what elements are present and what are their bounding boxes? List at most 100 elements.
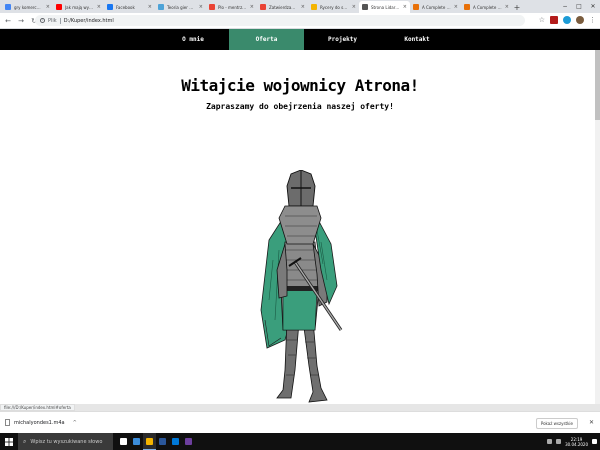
taskbar-app-ide[interactable]	[182, 433, 195, 450]
close-icon[interactable]: ✕	[589, 419, 594, 426]
page-content: Witajcie wojownicy Atrona! Zapraszamy do…	[0, 50, 600, 404]
favicon-icon	[209, 4, 215, 10]
system-tray: 22:19 30.04.2020	[547, 433, 597, 450]
close-tab-icon[interactable]: ×	[46, 4, 50, 10]
close-tab-icon[interactable]: ×	[505, 4, 509, 10]
browser-tabstrip: gry komercyjne - G×Jak mają wyglądać×Fac…	[0, 0, 600, 13]
extension-icon[interactable]	[550, 16, 558, 24]
taskbar-app-store[interactable]	[169, 433, 182, 450]
notifications-icon[interactable]	[592, 439, 597, 444]
task-view-icon	[120, 438, 127, 445]
url-scheme: Plik	[48, 17, 57, 24]
taskbar: ⌕ Wpisz tu wyszukiwane słowo 22:19 30.04…	[0, 433, 600, 450]
start-button[interactable]	[0, 433, 18, 450]
tab-title: Facebook	[116, 4, 135, 10]
volume-icon[interactable]	[556, 439, 562, 444]
knight-illustration	[260, 170, 343, 403]
taskbar-apps	[117, 433, 195, 450]
tab-title: gry komercyjne - G	[14, 4, 43, 10]
download-filename: michalyondes1.m4a	[14, 419, 65, 426]
browser-tab[interactable]: A Complete Guide×	[410, 1, 461, 13]
close-tab-icon[interactable]: ×	[199, 4, 203, 10]
favicon-icon	[260, 4, 266, 10]
divider	[59, 17, 61, 24]
nav-oferta[interactable]: Oferta	[229, 29, 304, 50]
info-icon[interactable]: i	[40, 18, 45, 23]
nav-o-mnie[interactable]: O mnie	[158, 29, 228, 50]
favicon-icon	[464, 4, 470, 10]
favicon-icon	[56, 4, 62, 10]
show-all-button[interactable]: Pokaż wszystkie	[535, 418, 578, 429]
page-title: Witajcie wojownicy Atrona!	[181, 76, 419, 95]
profile-icon[interactable]	[576, 16, 584, 24]
file-icon	[5, 419, 10, 426]
windows-logo-icon	[5, 437, 13, 446]
taskbar-app-task-view[interactable]	[117, 433, 130, 450]
browser-tab[interactable]: Rycery do show.co.uk×	[308, 1, 359, 13]
taskbar-search[interactable]: ⌕ Wpisz tu wyszukiwane słowo	[18, 433, 113, 450]
tab-title: Plo - mentrzy9660	[218, 4, 247, 10]
store-icon	[172, 438, 179, 445]
favicon-icon	[311, 4, 317, 10]
browser-toolbar: ← → ↻ i Plik D:/Kuper/index.html ☆ ⋮	[0, 13, 600, 29]
browser-tab[interactable]: Strona Lidaraloik×	[359, 1, 410, 13]
chrome-icon	[146, 437, 153, 445]
taskbar-app-calculator[interactable]	[130, 433, 143, 450]
new-tab-button[interactable]: +	[512, 1, 522, 13]
tab-title: Jak mają wyglądać	[65, 4, 94, 10]
site-nav: O mnie Oferta Projekty Kontakt	[0, 29, 600, 50]
browser-tab[interactable]: Facebook ×	[104, 1, 155, 13]
chevron-up-icon[interactable]: ^	[73, 420, 77, 426]
favicon-icon	[5, 4, 11, 10]
star-icon[interactable]: ☆	[539, 16, 545, 24]
browser-tab[interactable]: A Complete Guide×	[461, 1, 512, 13]
browser-tab[interactable]: Zatwierdzanie tem×	[257, 1, 308, 13]
tab-title: Teoria gier w naukach	[167, 4, 196, 10]
nav-kontakt[interactable]: Kontakt	[381, 29, 453, 50]
network-icon[interactable]	[547, 439, 553, 444]
close-tab-icon[interactable]: ×	[301, 4, 305, 10]
maximize-button[interactable]: □	[572, 0, 586, 13]
browser-tab[interactable]: Plo - mentrzy9660×	[206, 1, 257, 13]
close-tab-icon[interactable]: ×	[148, 4, 152, 10]
forward-icon[interactable]: →	[16, 16, 26, 26]
tab-title: A Complete Guide	[473, 4, 502, 10]
horizontal-scrollbar[interactable]	[0, 404, 600, 411]
status-bar-url: file:///D:/Kuper/index.html#oferta	[0, 404, 75, 411]
menu-icon[interactable]: ⋮	[589, 16, 596, 24]
window-controls: − □ ✕	[558, 0, 600, 13]
close-window-button[interactable]: ✕	[586, 0, 600, 13]
taskbar-app-word[interactable]	[156, 433, 169, 450]
browser-tab[interactable]: Jak mają wyglądać×	[53, 1, 104, 13]
browser-tab[interactable]: Teoria gier w naukach×	[155, 1, 206, 13]
clock-date: 30.04.2020	[565, 441, 588, 447]
close-tab-icon[interactable]: ×	[403, 4, 407, 10]
close-tab-icon[interactable]: ×	[352, 4, 356, 10]
word-icon	[159, 438, 166, 445]
favicon-icon	[362, 4, 368, 10]
favicon-icon	[413, 4, 419, 10]
search-icon: ⌕	[23, 437, 27, 445]
favicon-icon	[107, 4, 113, 10]
close-tab-icon[interactable]: ×	[97, 4, 101, 10]
taskbar-app-chrome[interactable]	[143, 433, 156, 450]
browser-tab[interactable]: gry komercyjne - G×	[2, 1, 53, 13]
scrollbar-thumb[interactable]	[595, 50, 600, 120]
tab-title: Rycery do show.co.uk	[320, 4, 349, 10]
close-tab-icon[interactable]: ×	[250, 4, 254, 10]
screen: gry komercyjne - G×Jak mają wyglądać×Fac…	[0, 0, 600, 450]
address-bar[interactable]: i Plik D:/Kuper/index.html	[35, 15, 525, 26]
back-icon[interactable]: ←	[3, 16, 13, 26]
tab-title: A Complete Guide	[422, 4, 451, 10]
minimize-button[interactable]: −	[558, 0, 572, 13]
tab-title: Strona Lidaraloik	[371, 4, 400, 10]
extension-icon[interactable]	[563, 16, 571, 24]
page-subtitle: Zapraszamy do obejrzenia naszej oferty!	[206, 102, 394, 111]
search-placeholder: Wpisz tu wyszukiwane słowo	[30, 438, 103, 445]
url-text: D:/Kuper/index.html	[63, 17, 114, 24]
download-item[interactable]: michalyondes1.m4a ^	[0, 419, 77, 426]
tab-title: Zatwierdzanie tem	[269, 4, 298, 10]
close-tab-icon[interactable]: ×	[454, 4, 458, 10]
clock[interactable]: 22:19 30.04.2020	[565, 437, 588, 447]
nav-projekty[interactable]: Projekty	[305, 29, 380, 50]
